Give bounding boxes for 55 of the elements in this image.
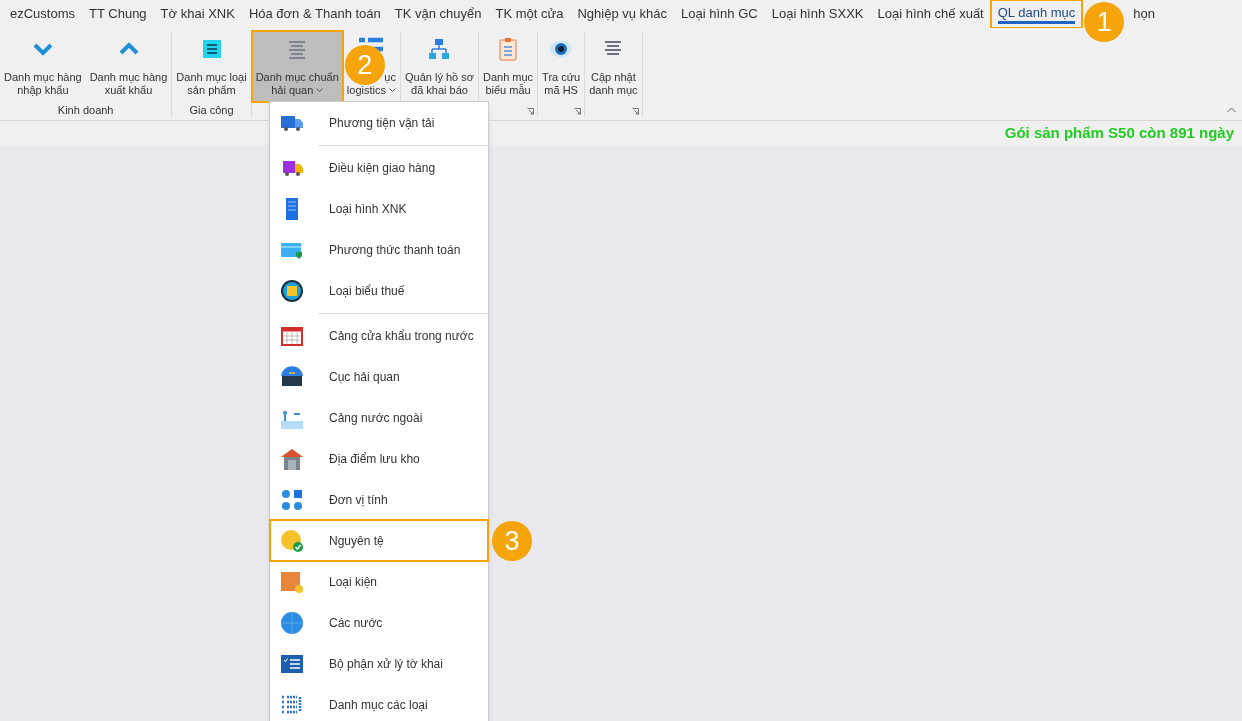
ribbon-button[interactable]: Danh mục hàng nhập khẩu [0, 31, 86, 102]
menu-item[interactable]: Địa điểm lưu kho [270, 438, 488, 479]
ribbon-tab[interactable]: họn [1126, 0, 1162, 28]
ribbon-tab[interactable]: TK một cửa [488, 0, 571, 28]
ribbon-tab[interactable]: TK vận chuyển [387, 0, 489, 28]
menu-item[interactable]: Đơn vị tính [270, 479, 488, 520]
ribbon-tab[interactable]: QL danh mục [990, 0, 1083, 28]
menu-item[interactable]: Loại biểu thuế [270, 270, 488, 311]
ribbon-tab[interactable]: ezCustoms [3, 0, 83, 28]
ribbon-button[interactable]: Danh mục hàng xuất khẩu [85, 31, 172, 102]
menu-item[interactable]: Nguyên tệ [270, 520, 488, 561]
coin-box-icon [280, 278, 304, 303]
menu-item[interactable]: Loại kiện [270, 561, 488, 602]
ribbon-tab[interactable]: Nghiệp vụ khác [570, 0, 675, 28]
caret-icon [388, 88, 396, 93]
globe-icon [280, 610, 304, 635]
group-label: Gia công [189, 102, 234, 118]
dialog-launcher-icon[interactable] [574, 108, 582, 115]
menu-item[interactable]: Cảng cửa khẩu trong nước [270, 315, 488, 356]
ribbon-button[interactable]: Danh mục biểu mẫu [478, 31, 538, 102]
box-icon [280, 569, 304, 594]
coin-icon [280, 528, 304, 553]
menu-item[interactable]: Loại hình XNK [270, 188, 488, 229]
group-label: Kinh doanh [57, 102, 114, 118]
ribbon-tab[interactable]: Loại hình chế xuất [870, 0, 991, 28]
ribbon-button[interactable]: Danh mục chuẩn hải quan [251, 31, 343, 102]
ribbon-tab[interactable]: TT Chung [82, 0, 154, 28]
ribbon-tab[interactable]: Tờ khai XNK [153, 0, 242, 28]
menu-item[interactable]: Điều kiện giao hàng [270, 147, 488, 188]
menu-item[interactable]: Các nước [270, 602, 488, 643]
menu-item[interactable]: Phương thức thanh toán [270, 229, 488, 270]
ribbon-tab[interactable]: Loại hình SXXK [764, 0, 871, 28]
callout-badge: 1 [1084, 2, 1125, 42]
dialog-launcher-icon[interactable] [527, 108, 535, 115]
collapse-icon[interactable] [1227, 107, 1236, 113]
dialog-launcher-icon[interactable] [631, 108, 639, 115]
network-icon [427, 37, 452, 61]
menu-item[interactable]: Cảng nước ngoài [270, 397, 488, 438]
ribbon-button[interactable]: Cập nhật danh mục [585, 31, 642, 102]
ribbon-button[interactable]: Danh mục loại sản phẩm [172, 31, 251, 102]
license-status: Gói sản phẩm S50 còn 891 ngày [1004, 122, 1234, 143]
ribbon-tab[interactable]: Hóa đơn & Thanh toán [241, 0, 388, 28]
ribbon-button[interactable]: Tra cứu mã HS [538, 31, 585, 102]
caret-icon [316, 88, 324, 93]
callout-badge: 3 [492, 521, 532, 561]
clipboard-icon [496, 37, 520, 61]
ribbon-button[interactable]: Quản lý hồ sơ đã khai báo [400, 31, 478, 102]
callout-badge: 2 [344, 45, 385, 85]
grid-icon [280, 487, 304, 512]
warehouse-icon [280, 446, 304, 471]
menu-item[interactable]: Danh mục các loại [270, 684, 488, 721]
menu-item[interactable]: Phương tiện vận tải [270, 102, 488, 143]
ribbon-tab[interactable]: Loại hình GC [674, 0, 765, 28]
menu-item[interactable]: Cục hải quan [270, 356, 488, 397]
menu-item[interactable]: Bộ phận xử lý tờ khai [270, 643, 488, 684]
